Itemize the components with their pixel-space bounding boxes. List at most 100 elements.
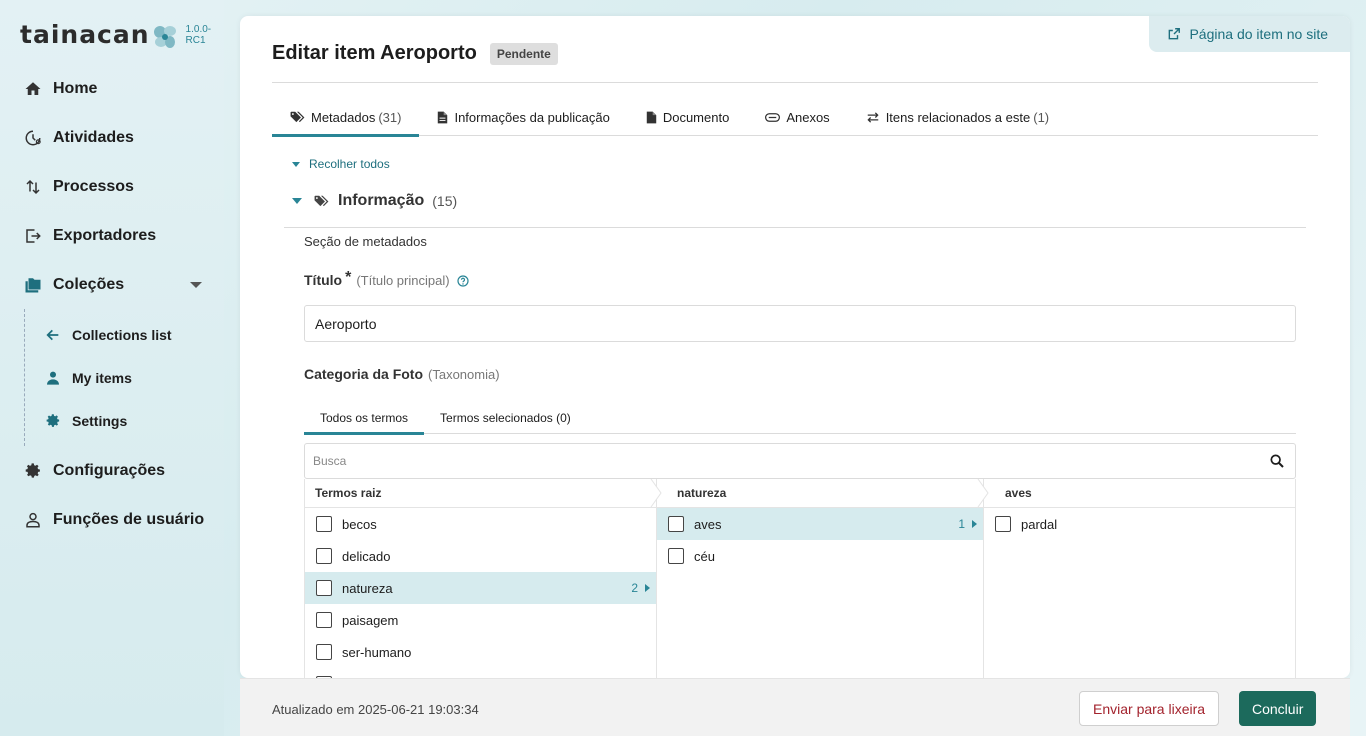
term-label: paisagem (342, 612, 399, 628)
help-icon[interactable] (456, 275, 469, 287)
caret-right-icon (972, 520, 977, 528)
search-input[interactable] (305, 444, 1259, 478)
term-label: ser-humano (342, 644, 412, 660)
section-description: Seção de metadados (304, 234, 427, 249)
column-header-label: aves (1005, 486, 1032, 500)
metadata-section-header[interactable]: Informação (15) (292, 192, 457, 210)
section-title: Informação (338, 192, 425, 209)
checkbox[interactable] (316, 516, 332, 532)
tab-label: Anexos (786, 109, 830, 125)
item-edit-card: Página do item no site Editar item Aerop… (240, 16, 1350, 678)
sidebar-subitem-my-items[interactable]: My items (25, 356, 224, 399)
checkbox[interactable] (316, 580, 332, 596)
term-row[interactable]: ser-humano (305, 636, 656, 668)
column-header-label: natureza (677, 486, 727, 500)
finder-column-root: Termos raiz becos delicado natureza 2 pai… (305, 479, 662, 678)
tab-todos-os-termos[interactable]: Todos os termos (304, 402, 425, 435)
logo-mark-icon (152, 24, 178, 50)
item-site-page-link-label: Página do item no site (1189, 26, 1328, 42)
sidebar-subitem-label: Collections list (72, 326, 172, 343)
term-row[interactable]: pardal (984, 508, 1295, 540)
checkbox[interactable] (995, 516, 1011, 532)
sidebar-item-label: Atividades (53, 128, 134, 146)
tab-label: Itens relacionados a este (885, 109, 1031, 125)
sidebar-item-configuracoes[interactable]: Configurações (0, 446, 224, 495)
file-icon (437, 111, 448, 124)
sidebar-item-processos[interactable]: Processos (0, 162, 224, 211)
tags-icon (290, 111, 305, 124)
sidebar-item-exportadores[interactable]: Exportadores (0, 211, 224, 260)
sidebar-item-label: Processos (53, 177, 134, 195)
collapse-all-button[interactable]: Recolher todos (292, 157, 390, 171)
sidebar-subitem-collections-list[interactable]: Collections list (25, 313, 224, 356)
finish-button[interactable]: Concluir (1239, 691, 1317, 726)
checkbox[interactable] (316, 612, 332, 628)
column-separator (650, 479, 662, 507)
last-updated-text: Atualizado em 2025-06-21 19:03:34 (272, 702, 479, 717)
main-nav: Home Atividades Processos Exportadores C… (0, 64, 224, 544)
tab-itens-relacionados[interactable]: Itens relacionados a este (1) (848, 98, 1067, 136)
column-header: natureza (657, 479, 989, 508)
checkbox[interactable] (316, 644, 332, 660)
term-row[interactable]: delicado (305, 540, 656, 572)
sidebar-item-atividades[interactable]: Atividades (0, 113, 224, 162)
item-tabs: Metadados (31) Informações da publicação… (272, 98, 1318, 137)
tab-label: Documento (662, 109, 730, 125)
term-row[interactable]: tecnologia (305, 668, 656, 678)
status-badge: Pendente (489, 42, 558, 65)
sidebar-item-label: Funções de usuário (53, 510, 205, 528)
term-label: delicado (342, 548, 391, 564)
sidebar-item-label: Home (53, 79, 98, 97)
version-label: 1.0.0-RC1 (185, 24, 212, 46)
checkbox[interactable] (316, 548, 332, 564)
sidebar-item-funcoes-de-usuario[interactable]: Funções de usuário (0, 495, 224, 544)
gear-icon (24, 462, 42, 480)
title-input[interactable] (304, 305, 1296, 342)
sidebar-item-colecoes[interactable]: Coleções (0, 260, 224, 309)
tab-metadados[interactable]: Metadados (31) (272, 98, 420, 137)
document-icon (646, 111, 657, 124)
logo-text: Tainacan (20, 20, 150, 49)
checkbox[interactable] (668, 516, 684, 532)
divider (284, 227, 1306, 228)
logo[interactable]: Tainacan 1.0.0-RC1 (20, 22, 224, 48)
tab-anexos[interactable]: Anexos (747, 98, 847, 136)
finder-column-natureza: natureza aves 1 céu (657, 479, 989, 678)
home-icon (24, 80, 42, 98)
term-label: céu (694, 548, 715, 564)
tab-documento[interactable]: Documento (628, 98, 747, 136)
checkbox[interactable] (668, 548, 684, 564)
caret-down-icon (292, 161, 300, 167)
term-row[interactable]: céu (657, 540, 983, 572)
chevron-down-icon[interactable] (190, 281, 202, 288)
collections-icon (24, 276, 42, 294)
column-header: Termos raiz (305, 479, 662, 508)
arrow-left-icon (45, 327, 61, 343)
processes-icon (24, 178, 42, 196)
tab-count: (31) (378, 109, 402, 125)
edit-footer: Atualizado em 2025-06-21 19:03:34 Enviar… (240, 678, 1350, 736)
term-row[interactable]: aves 1 (657, 508, 983, 540)
tab-count: (1) (1033, 109, 1050, 125)
field-hint: (Título principal) (356, 273, 450, 288)
sidebar-item-label: Coleções (53, 275, 125, 293)
term-row[interactable]: natureza 2 (305, 572, 656, 604)
field-hint: (Taxonomia) (428, 367, 500, 382)
term-label: pardal (1021, 516, 1058, 532)
tab-informacoes-da-publicacao[interactable]: Informações da publicação (419, 98, 627, 136)
sidebar-subitem-label: Settings (72, 412, 128, 429)
search-icon[interactable] (1259, 453, 1295, 469)
child-count: 1 (958, 517, 965, 531)
field-label-text: Título (304, 272, 343, 288)
sidebar-item-home[interactable]: Home (0, 64, 224, 113)
item-site-page-link[interactable]: Página do item no site (1149, 16, 1350, 52)
term-row[interactable]: becos (305, 508, 656, 540)
caret-down-icon (292, 198, 302, 204)
taxonomy-search (304, 443, 1296, 479)
export-icon (24, 227, 42, 245)
required-mark: * (345, 269, 352, 286)
term-row[interactable]: paisagem (305, 604, 656, 636)
tab-termos-selecionados[interactable]: Termos selecionados (0) (424, 402, 587, 434)
send-to-trash-button[interactable]: Enviar para lixeira (1079, 691, 1220, 726)
sidebar-subitem-settings[interactable]: Settings (25, 399, 224, 442)
